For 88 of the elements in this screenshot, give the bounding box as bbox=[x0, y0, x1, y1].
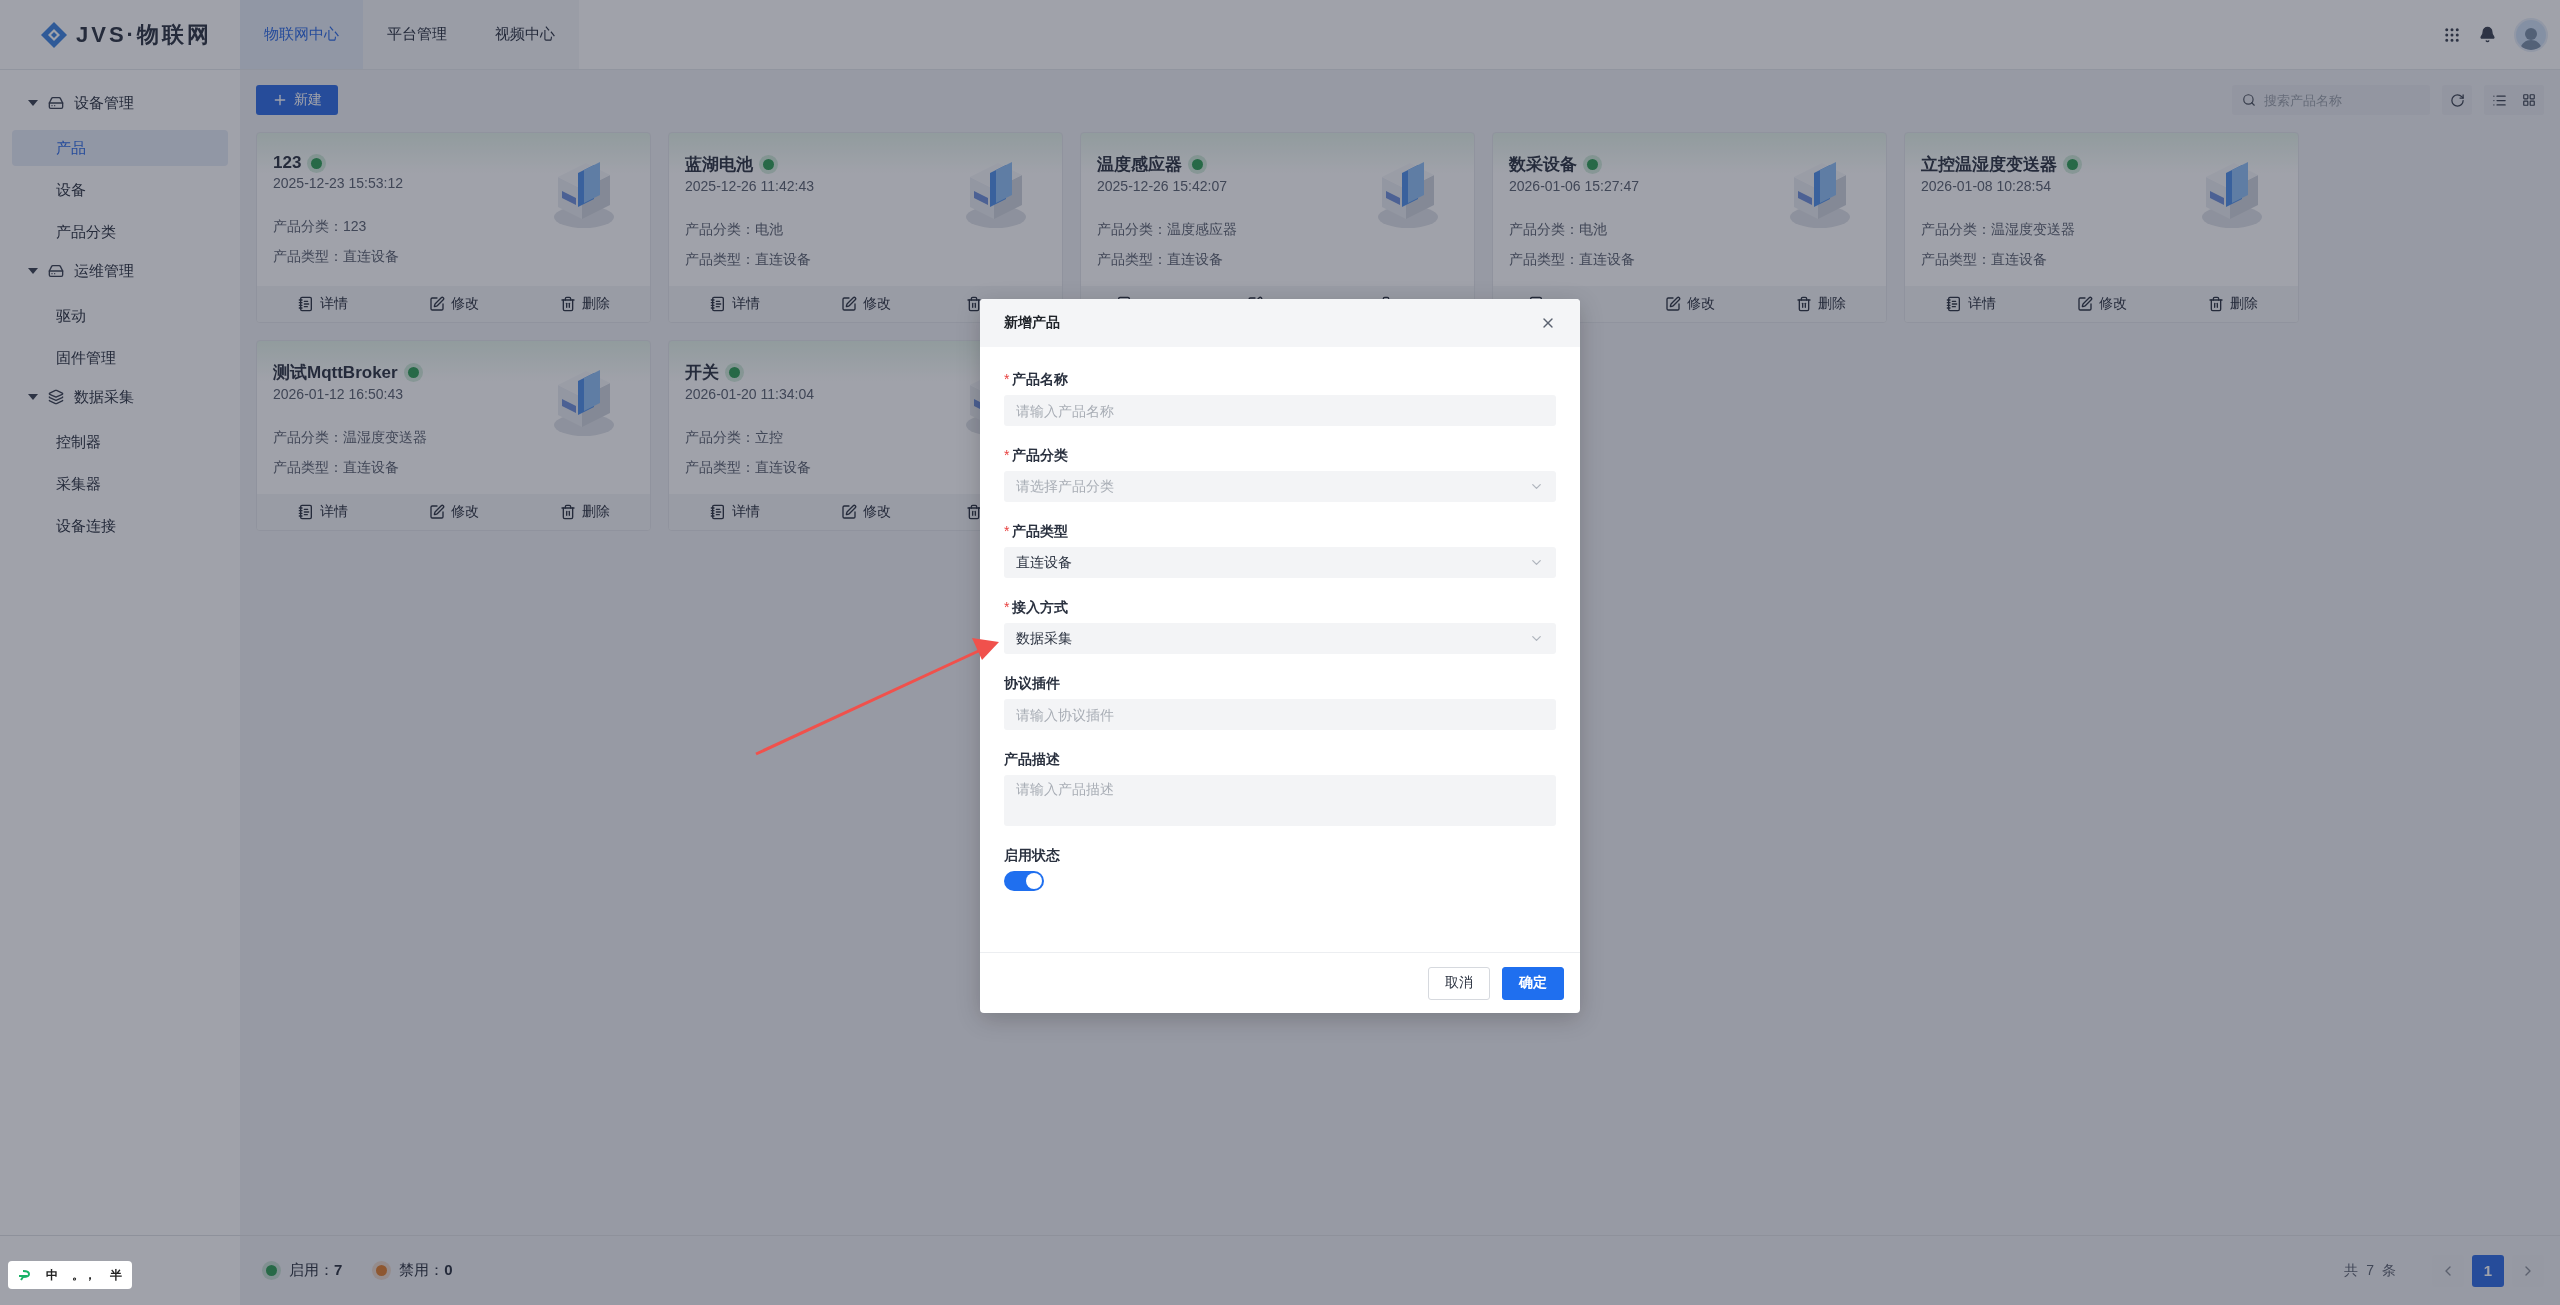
menu-group-label: 运维管理 bbox=[74, 261, 134, 281]
field-label: 协议插件 bbox=[1004, 675, 1060, 693]
created-time: 2025-12-26 15:42:07 bbox=[1097, 178, 1228, 194]
menu-item[interactable]: 设备连接 bbox=[12, 508, 228, 544]
detail-button[interactable]: 详情 bbox=[1945, 295, 1996, 313]
created-time: 2026-01-08 10:28:54 bbox=[1921, 178, 2052, 194]
nav-tab[interactable]: 视频中心 bbox=[471, 0, 579, 69]
detail-button[interactable]: 详情 bbox=[709, 295, 760, 313]
nav-tab[interactable]: 平台管理 bbox=[363, 0, 471, 69]
field-label: 接入方式 bbox=[1012, 599, 1069, 617]
delete-button[interactable]: 删除 bbox=[2207, 295, 2258, 313]
edit-button[interactable]: 修改 bbox=[840, 295, 891, 313]
menu-group[interactable]: 数据采集 bbox=[12, 376, 228, 418]
edit-button[interactable]: 修改 bbox=[428, 503, 479, 521]
product-category: 产品分类：温度感应器 bbox=[1097, 221, 1237, 239]
ime-key[interactable]: 半 bbox=[110, 1266, 122, 1284]
field-label: 产品名称 bbox=[1012, 371, 1069, 389]
required-mark: * bbox=[1004, 523, 1010, 541]
required-mark: * bbox=[1004, 371, 1010, 389]
menu-item[interactable]: 采集器 bbox=[12, 466, 228, 502]
product-name: 123 bbox=[273, 153, 302, 173]
product-category: 产品分类：电池 bbox=[1509, 221, 1607, 239]
menu-item[interactable]: 设备 bbox=[12, 172, 228, 208]
field-label: 产品分类 bbox=[1012, 447, 1069, 465]
delete-button[interactable]: 删除 bbox=[559, 295, 610, 313]
menu-item[interactable]: 产品 bbox=[12, 130, 228, 166]
menu-group[interactable]: 运维管理 bbox=[12, 250, 228, 292]
product-type: 产品类型：直连设备 bbox=[1097, 251, 1223, 269]
logo-text: JVS·物联网 bbox=[76, 20, 212, 49]
edit-button[interactable]: 修改 bbox=[1664, 295, 1715, 313]
required-mark: * bbox=[1004, 447, 1010, 465]
product-name: 测试MqttBroker bbox=[273, 362, 398, 384]
menu-item[interactable]: 控制器 bbox=[12, 424, 228, 460]
legend-label: 启用：7 bbox=[289, 1261, 343, 1280]
product-name: 数采设备 bbox=[1509, 154, 1577, 176]
created-time: 2025-12-26 11:42:43 bbox=[685, 178, 815, 194]
select-field[interactable]: 数据采集 bbox=[1004, 623, 1556, 654]
new-button[interactable]: 新建 bbox=[256, 85, 338, 115]
textarea-field[interactable]: 请输入产品描述 bbox=[1004, 775, 1556, 826]
product-category: 产品分类：温湿度变送器 bbox=[1921, 221, 2075, 239]
menu-group[interactable]: 设备管理 bbox=[12, 82, 228, 124]
menu-group-label: 数据采集 bbox=[74, 387, 134, 407]
detail-button[interactable]: 详情 bbox=[297, 295, 348, 313]
page-button[interactable]: 1 bbox=[2472, 1254, 2504, 1287]
cancel-button[interactable]: 取消 bbox=[1428, 966, 1490, 1000]
nav-tab[interactable]: 物联网中心 bbox=[240, 0, 363, 69]
menu-group-label: 设备管理 bbox=[74, 93, 134, 113]
created-time: 2026-01-06 15:27:47 bbox=[1509, 178, 1640, 194]
confirm-button[interactable]: 确定 bbox=[1502, 966, 1564, 1000]
created-time: 2026-01-12 16:50:43 bbox=[273, 386, 404, 402]
legend-label: 禁用：0 bbox=[399, 1261, 453, 1280]
product-category: 产品分类：温湿度变送器 bbox=[273, 429, 427, 447]
field-label: 产品描述 bbox=[1004, 751, 1060, 769]
menu-item[interactable]: 固件管理 bbox=[12, 340, 228, 376]
delete-button[interactable]: 删除 bbox=[559, 503, 610, 521]
created-time: 2026-01-20 11:34:04 bbox=[685, 386, 815, 402]
ime-key[interactable]: 中 bbox=[46, 1266, 58, 1284]
ime-key[interactable]: 。， bbox=[72, 1266, 96, 1284]
total-count: 共 7 条 bbox=[2344, 1261, 2398, 1280]
edit-button[interactable]: 修改 bbox=[840, 503, 891, 521]
detail-button[interactable]: 详情 bbox=[297, 503, 348, 521]
input-field[interactable]: 请输入产品名称 bbox=[1004, 395, 1556, 426]
menu-item[interactable]: 产品分类 bbox=[12, 214, 228, 250]
delete-button[interactable]: 删除 bbox=[1795, 295, 1846, 313]
input-field[interactable]: 请输入协议插件 bbox=[1004, 699, 1556, 730]
product-type: 产品类型：直连设备 bbox=[685, 459, 811, 477]
edit-button[interactable]: 修改 bbox=[428, 295, 479, 313]
product-type: 产品类型：直连设备 bbox=[1509, 251, 1635, 269]
product-name: 温度感应器 bbox=[1097, 154, 1182, 176]
product-name: 开关 bbox=[685, 362, 719, 384]
select-field[interactable]: 直连设备 bbox=[1004, 547, 1556, 578]
product-category: 产品分类：立控 bbox=[685, 429, 783, 447]
product-type: 产品类型：直连设备 bbox=[273, 248, 399, 266]
field-label: 启用状态 bbox=[1004, 847, 1060, 865]
detail-button[interactable]: 详情 bbox=[709, 503, 760, 521]
product-name: 蓝湖电池 bbox=[685, 154, 753, 176]
product-type: 产品类型：直连设备 bbox=[273, 459, 399, 477]
field-label: 产品类型 bbox=[1012, 523, 1069, 541]
created-time: 2025-12-23 15:53:12 bbox=[273, 175, 404, 191]
product-type: 产品类型：直连设备 bbox=[1921, 251, 2047, 269]
required-mark: * bbox=[1004, 599, 1010, 617]
product-category: 产品分类：电池 bbox=[685, 221, 783, 239]
product-type: 产品类型：直连设备 bbox=[685, 251, 811, 269]
dialog-title: 新增产品 bbox=[1004, 314, 1060, 332]
edit-button[interactable]: 修改 bbox=[2076, 295, 2127, 313]
product-name: 立控温湿度变送器 bbox=[1921, 154, 2057, 176]
menu-item[interactable]: 驱动 bbox=[12, 298, 228, 334]
product-category: 产品分类：123 bbox=[273, 218, 367, 236]
